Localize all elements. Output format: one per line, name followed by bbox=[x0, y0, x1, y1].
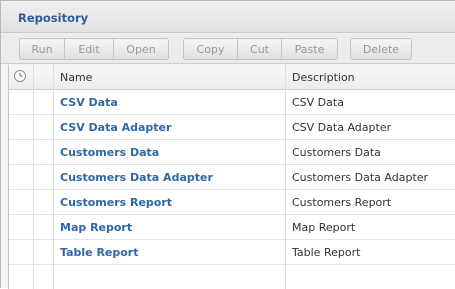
resource-description: Customers Data Adapter bbox=[292, 171, 429, 184]
resource-name-link[interactable]: Map Report bbox=[60, 215, 132, 240]
resource-description: Customers Report bbox=[292, 196, 392, 209]
paste-button[interactable]: Paste bbox=[282, 38, 338, 60]
resource-description: CSV Data Adapter bbox=[292, 121, 392, 134]
table-row[interactable]: Customers Report Customers Report bbox=[9, 190, 455, 215]
resource-description: CSV Data bbox=[292, 96, 344, 109]
resource-description: Customers Data bbox=[292, 146, 381, 159]
copy-button[interactable]: Copy bbox=[183, 38, 238, 60]
resource-name-link[interactable]: Customers Report bbox=[60, 190, 172, 215]
table-row[interactable]: Customers Data Adapter Customers Data Ad… bbox=[9, 165, 455, 190]
cut-button[interactable]: Cut bbox=[238, 38, 282, 60]
edit-button[interactable]: Edit bbox=[65, 38, 114, 60]
resource-name-link[interactable]: Table Report bbox=[60, 240, 139, 265]
table-row[interactable]: Table Report Table Report bbox=[9, 240, 455, 265]
column-header-name[interactable]: Name bbox=[60, 65, 92, 90]
toolbar: Run Edit Open Copy Cut Paste Delete bbox=[1, 34, 455, 64]
open-button[interactable]: Open bbox=[114, 38, 169, 60]
panel-header: Repository bbox=[1, 1, 455, 33]
resource-name-link[interactable]: CSV Data bbox=[60, 90, 118, 115]
resource-name-link[interactable]: Customers Data bbox=[60, 140, 159, 165]
table-row[interactable]: CSV Data CSV Data bbox=[9, 90, 455, 115]
table-row[interactable]: Map Report Map Report bbox=[9, 215, 455, 240]
clock-icon[interactable] bbox=[13, 69, 27, 83]
run-button[interactable]: Run bbox=[19, 38, 65, 60]
repository-panel: Repository Run Edit Open Copy Cut Paste … bbox=[0, 0, 455, 289]
resource-name-link[interactable]: CSV Data Adapter bbox=[60, 115, 171, 140]
table-row[interactable]: CSV Data Adapter CSV Data Adapter bbox=[9, 115, 455, 140]
table-header: Name Description bbox=[9, 65, 455, 90]
resource-description: Table Report bbox=[292, 246, 361, 259]
repository-table: Name Description CSV Data CSV Data CSV D… bbox=[8, 65, 455, 289]
table-row[interactable]: Customers Data Customers Data bbox=[9, 140, 455, 165]
column-header-description[interactable]: Description bbox=[292, 65, 355, 90]
delete-button[interactable]: Delete bbox=[350, 38, 412, 60]
panel-title: Repository bbox=[18, 11, 89, 25]
resource-description: Map Report bbox=[292, 221, 356, 234]
resource-name-link[interactable]: Customers Data Adapter bbox=[60, 165, 213, 190]
